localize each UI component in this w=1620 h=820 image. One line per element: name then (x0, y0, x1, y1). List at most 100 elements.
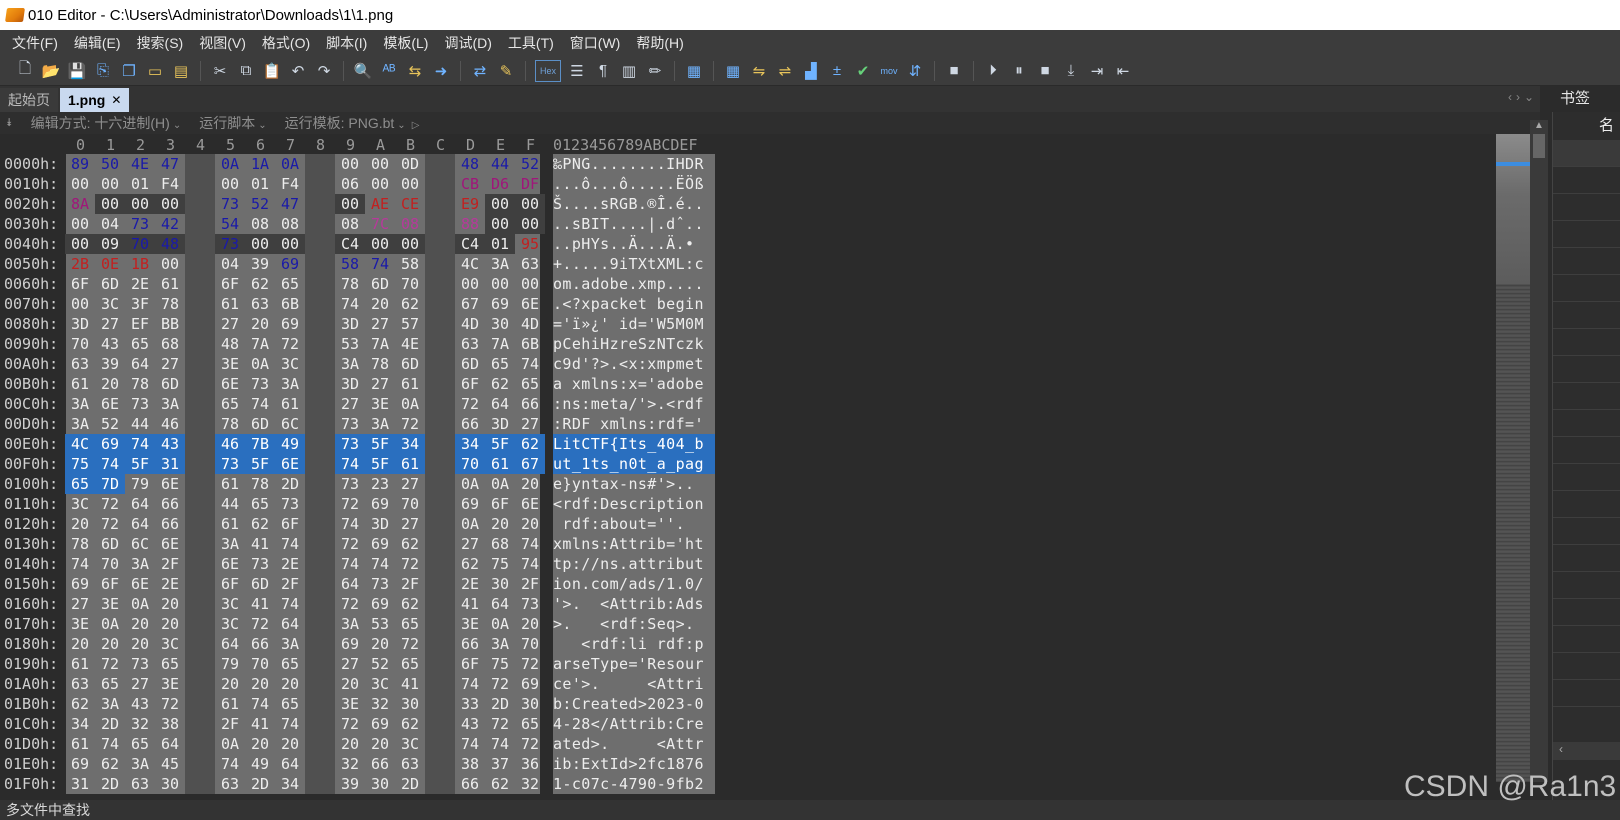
hex-byte[interactable]: 00 (365, 234, 395, 254)
list-item[interactable] (1553, 518, 1620, 545)
hex-byte[interactable]: 6D (245, 574, 275, 594)
hex-byte[interactable]: 64 (275, 614, 305, 634)
menu-debug[interactable]: 调试(D) (436, 30, 499, 56)
list-item[interactable] (1553, 302, 1620, 329)
list-item[interactable] (1553, 383, 1620, 410)
hex-byte[interactable]: 7A (485, 334, 515, 354)
hex-byte[interactable]: 69 (365, 494, 395, 514)
hex-byte[interactable]: 6F (215, 574, 245, 594)
hex-byte[interactable]: 62 (485, 774, 515, 794)
hex-byte[interactable]: 46 (215, 434, 245, 454)
hex-byte[interactable]: 61 (215, 514, 245, 534)
hex-byte[interactable]: 30 (155, 774, 185, 794)
hex-byte[interactable]: 6F (275, 514, 305, 534)
hex-byte[interactable]: 33 (455, 694, 485, 714)
hex-byte[interactable]: 78 (215, 414, 245, 434)
hex-byte[interactable]: 52 (245, 194, 275, 214)
hex-byte[interactable]: 08 (275, 214, 305, 234)
hex-byte[interactable]: 74 (335, 454, 365, 474)
hex-byte[interactable]: 0A (395, 394, 425, 414)
hex-byte[interactable]: 3D (335, 374, 365, 394)
hex-byte[interactable]: 52 (365, 654, 395, 674)
open-folder-icon[interactable]: ▭ (144, 60, 166, 82)
hex-byte[interactable]: 65 (275, 654, 305, 674)
hex-byte[interactable]: 73 (335, 474, 365, 494)
hex-byte[interactable]: 1A (245, 154, 275, 174)
hex-byte[interactable]: 65 (155, 654, 185, 674)
hex-byte[interactable]: 48 (455, 154, 485, 174)
list-item[interactable] (1553, 653, 1620, 680)
hex-byte[interactable]: 74 (485, 734, 515, 754)
hex-byte[interactable]: 4D (515, 314, 545, 334)
hex-byte[interactable]: 32 (515, 774, 545, 794)
list-item[interactable] (1553, 599, 1620, 626)
hex-byte[interactable]: 57 (395, 314, 425, 334)
hex-byte[interactable]: 64 (485, 594, 515, 614)
hex-bytes[interactable]: 623A437265617465643E323032332D30 (66, 694, 540, 714)
hex-byte[interactable]: 08 (395, 214, 425, 234)
hex-byte[interactable]: 20 (95, 634, 125, 654)
hex-byte[interactable]: 64 (275, 754, 305, 774)
edit-mode-dropdown[interactable]: 编辑方式: 十六进制(H) ⌄ (31, 113, 182, 133)
hex-byte[interactable]: 4E (395, 334, 425, 354)
hex-byte[interactable]: 74 (95, 734, 125, 754)
hex-byte[interactable]: 70 (65, 334, 95, 354)
hex-byte[interactable]: 34 (275, 774, 305, 794)
hex-byte[interactable]: 20 (485, 514, 515, 534)
hex-byte[interactable]: 61 (215, 294, 245, 314)
hex-byte[interactable]: 6E (95, 394, 125, 414)
hex-bytes[interactable]: 633964273F3E0A3C783A786D706D6574 (66, 354, 540, 374)
hex-byte[interactable]: 20 (215, 674, 245, 694)
hex-bytes[interactable]: 617465643E0A20202020203C41747472 (66, 734, 540, 754)
hex-byte[interactable]: 04 (215, 254, 245, 274)
hex-byte[interactable]: 64 (335, 574, 365, 594)
hex-byte[interactable]: 00 (335, 194, 365, 214)
menu-window[interactable]: 窗口(W) (562, 30, 629, 56)
hex-byte[interactable]: 65 (275, 694, 305, 714)
hex-byte[interactable]: BB (155, 314, 185, 334)
hex-byte[interactable]: 0A (455, 514, 485, 534)
hex-byte[interactable]: 20 (515, 474, 545, 494)
ascii-text[interactable]: >. <rdf:Seq>. (553, 614, 715, 634)
hex-byte[interactable]: 72 (245, 614, 275, 634)
hex-byte[interactable]: EF (125, 314, 155, 334)
hex-byte[interactable]: 36 (515, 754, 545, 774)
hex-byte[interactable]: 32 (365, 694, 395, 714)
hex-byte[interactable]: 30 (515, 694, 545, 714)
hex-byte[interactable]: 01 (125, 174, 155, 194)
hex-byte[interactable]: 00 (215, 174, 245, 194)
hex-byte[interactable]: 0A (215, 734, 245, 754)
hex-byte[interactable]: 20 (125, 614, 155, 634)
hex-byte[interactable]: 70 (95, 554, 125, 574)
hex-byte[interactable]: 6F (65, 274, 95, 294)
hex-byte[interactable]: 27 (335, 654, 365, 674)
hex-bytes[interactable]: 7043656869487A7265537A4E54637A6B (66, 334, 540, 354)
hex-byte[interactable]: 89 (65, 154, 95, 174)
hex-byte[interactable]: 66 (155, 514, 185, 534)
hex-byte[interactable]: 3C (275, 354, 305, 374)
ascii-text[interactable]: LitCTF{Its_404_b (553, 434, 715, 454)
cut-icon[interactable]: ✂ (209, 60, 231, 82)
hex-byte[interactable]: 74 (365, 254, 395, 274)
hex-byte[interactable]: 69 (65, 574, 95, 594)
hex-byte[interactable]: 6F (215, 274, 245, 294)
menu-file[interactable]: 文件(F) (4, 30, 66, 56)
hex-byte[interactable]: 00 (365, 154, 395, 174)
run-script-dropdown[interactable]: 运行脚本 ⌄ (199, 113, 266, 133)
hex-byte[interactable]: 3D (65, 314, 95, 334)
hex-bytes[interactable]: 273E0A20203C4174747269623A416473 (66, 594, 540, 614)
hex-byte[interactable]: 27 (515, 414, 545, 434)
calculator-icon[interactable]: ▦ (722, 60, 744, 82)
hex-byte[interactable]: 6B (275, 294, 305, 314)
hex-byte[interactable]: 2D (275, 474, 305, 494)
hex-byte[interactable]: 74 (455, 674, 485, 694)
hex-byte[interactable]: 0A (245, 354, 275, 374)
ascii-text[interactable]: rdf:about=''. (553, 514, 715, 534)
hex-byte[interactable]: 62 (245, 274, 275, 294)
hex-byte[interactable]: 00 (485, 194, 515, 214)
ascii-text[interactable]: e}yntax-ns#'>.. (553, 474, 715, 494)
hex-byte[interactable]: 69 (365, 714, 395, 734)
hex-byte[interactable]: 44 (485, 154, 515, 174)
hex-byte[interactable]: 00 (245, 234, 275, 254)
hex-byte[interactable]: 63 (65, 674, 95, 694)
